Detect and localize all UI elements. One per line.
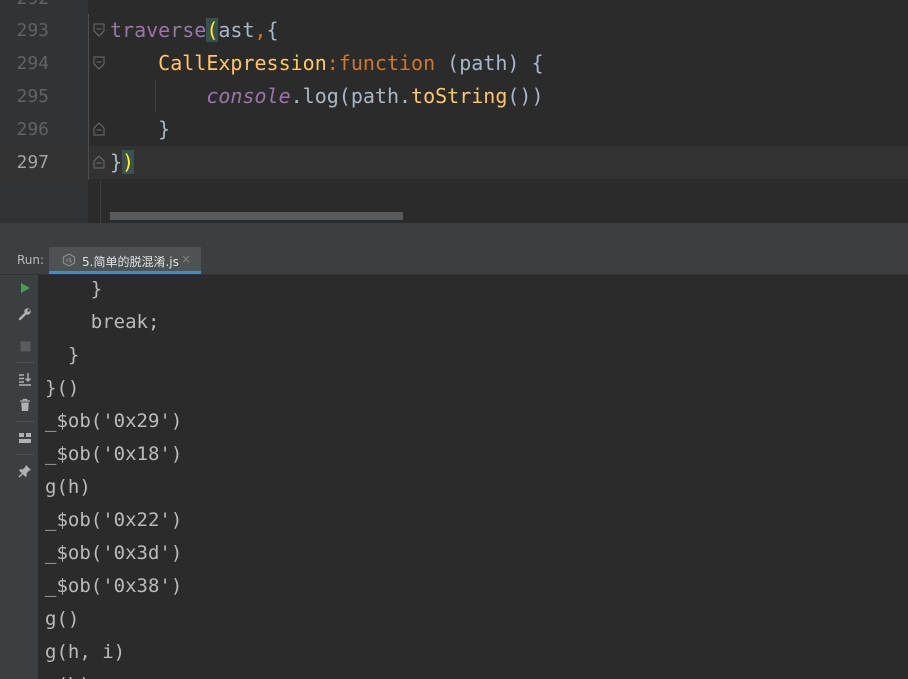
console-line: break;: [45, 311, 160, 333]
token-call-end: ()): [507, 84, 544, 108]
line-number: 295: [16, 86, 49, 107]
token-matched-paren: (: [206, 18, 219, 42]
console-line: }: [45, 278, 103, 300]
toolbar-separator: [16, 454, 34, 455]
pin-tab-button[interactable]: [13, 459, 37, 483]
code-line-295[interactable]: 295 console.log(path.toString()): [0, 80, 908, 113]
line-number: 292: [11, 0, 49, 15]
scroll-to-end-button[interactable]: [13, 367, 37, 391]
gutter-separator: [88, 14, 89, 180]
code-line-296[interactable]: 296 }: [0, 113, 908, 146]
code-text[interactable]: traverse(ast,{: [110, 14, 279, 47]
console-line: _$ob('0x38'): [45, 575, 183, 597]
code-text[interactable]: CallExpression:function (path) {: [110, 47, 544, 80]
token-matched-paren: ): [122, 150, 135, 174]
fold-end-icon[interactable]: [93, 155, 105, 169]
fold-start-icon[interactable]: [93, 23, 105, 37]
rerun-icon: [21, 283, 30, 293]
token-brace: }: [110, 150, 123, 174]
toolbar-separator: [16, 362, 34, 363]
console-line: _$ob('0x29'): [45, 410, 183, 432]
token-comma: ,: [254, 18, 267, 42]
close-icon[interactable]: ×: [181, 252, 191, 266]
console-line: _$ob('0x22'): [45, 509, 183, 531]
run-tab-label: 5.简单的脱混淆.js: [82, 255, 179, 269]
fold-start-icon[interactable]: [93, 56, 105, 70]
stop-icon: [20, 341, 30, 351]
line-number: 297: [16, 152, 49, 173]
layout-icon: [19, 433, 31, 443]
run-tool-window-header: Run: 5.简单的脱混淆.js ×: [0, 247, 908, 275]
code-text[interactable]: console.log(path.toString()): [110, 80, 544, 113]
console-line: g(h): [45, 669, 91, 679]
toolbar-separator: [16, 421, 34, 422]
horizontal-scrollbar-thumb[interactable]: [110, 212, 403, 220]
console-line: g(): [45, 608, 80, 630]
indent-guide: [155, 80, 156, 113]
pin-icon: [18, 465, 31, 478]
console-line: }: [45, 344, 80, 366]
console-line: }(): [45, 377, 80, 399]
token-call: .log(path.: [290, 84, 412, 108]
console-output[interactable]: } break; } }() _$ob('0x29') _$ob('0x18')…: [38, 275, 908, 679]
rerun-button[interactable]: [13, 276, 37, 300]
run-label: Run:: [17, 253, 45, 267]
token-method: toString: [411, 84, 508, 108]
trash-icon: [20, 398, 30, 411]
scroll-to-end-icon: [19, 373, 31, 386]
token-params: (path) {: [435, 51, 544, 75]
token-function: traverse: [110, 18, 207, 42]
panel-splitter[interactable]: [0, 223, 908, 247]
run-toolbar: [0, 275, 38, 679]
token-global: console: [206, 84, 291, 108]
clear-all-button[interactable]: [13, 393, 37, 417]
token-brace: {: [266, 18, 279, 42]
token-arg: ast: [218, 18, 255, 42]
fold-end-icon[interactable]: [93, 122, 105, 136]
wrench-icon: [18, 308, 31, 321]
line-number: 294: [16, 53, 49, 74]
token-key: CallExpression: [158, 51, 327, 75]
code-text[interactable]: }: [110, 113, 170, 146]
console-line: _$ob('0x3d'): [45, 542, 183, 564]
active-tab-indicator: [49, 271, 201, 274]
code-text[interactable]: }): [110, 146, 135, 179]
code-line-293[interactable]: 293 traverse(ast,{: [0, 14, 908, 47]
code-line-292[interactable]: 292: [0, 0, 908, 15]
nodejs-file-icon: [62, 253, 76, 267]
token-colon: :: [326, 51, 339, 75]
console-line: _$ob('0x18'): [45, 443, 183, 465]
run-config-tab[interactable]: 5.简单的脱混淆.js ×: [49, 247, 201, 274]
code-editor[interactable]: 292 293 traverse(ast,{ 294 CallExpressio…: [0, 0, 908, 223]
layout-button[interactable]: [13, 426, 37, 450]
code-line-294[interactable]: 294 CallExpression:function (path) {: [0, 47, 908, 80]
line-number: 296: [16, 119, 49, 140]
modify-config-button[interactable]: [13, 302, 37, 326]
console-line: g(h): [45, 476, 91, 498]
stop-button[interactable]: [13, 334, 37, 358]
editor-vertical-rule: [100, 180, 101, 223]
code-line-297[interactable]: 297 }): [0, 146, 908, 179]
token-keyword: function: [338, 51, 436, 75]
line-number: 293: [16, 20, 49, 41]
console-line: g(h, i): [45, 641, 126, 663]
